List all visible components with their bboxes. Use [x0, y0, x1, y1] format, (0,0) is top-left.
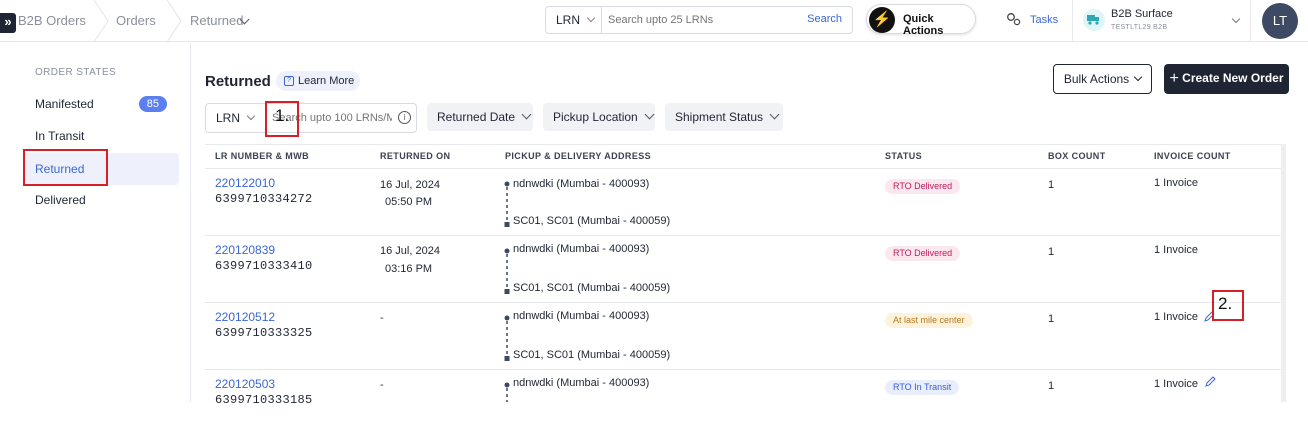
mwb-number: 6399710333185 [215, 393, 313, 407]
column-header: BOX COUNT [1048, 151, 1106, 161]
table-row[interactable]: 220120839 6399710333410 16 Jul, 2024 03:… [205, 236, 1281, 303]
workspace-name: B2B Surface [1111, 8, 1173, 20]
breadcrumb-b2b-orders[interactable]: B2B Orders [18, 13, 86, 28]
lr-number-link[interactable]: 220120512 [215, 310, 275, 324]
breadcrumb-orders[interactable]: Orders [116, 13, 156, 28]
annotation-label: 2. [1218, 294, 1233, 313]
mwb-number: 6399710333325 [215, 326, 313, 340]
chevron-down-icon [246, 111, 256, 121]
scrollbar[interactable] [1281, 144, 1286, 402]
count-badge: 85 [138, 96, 167, 112]
route-line-icon [504, 181, 510, 227]
delivery-address: SC01, SC01 (Mumbai - 400059) [513, 215, 671, 227]
breadcrumb-separator-icon [93, 0, 109, 42]
box-count: 1 [1048, 313, 1055, 325]
mwb-number: 6399710333410 [215, 259, 313, 273]
pickup-address: ndnwdki (Mumbai - 400093) [513, 310, 650, 322]
column-header: LR NUMBER & MWB [215, 151, 309, 161]
box-count: 1 [1048, 380, 1055, 392]
learn-more-button[interactable]: ? Learn More [276, 71, 360, 91]
edit-pencil-icon[interactable] [1204, 376, 1216, 388]
lr-number-link[interactable]: 220120839 [215, 243, 275, 257]
lrn-search-filter: LRN i [205, 103, 417, 133]
table-row[interactable]: 220120503 6399710333185 - ndnwdki (Mumba… [205, 370, 1281, 437]
chevron-down-icon [521, 109, 532, 120]
column-header: INVOICE COUNT [1154, 151, 1231, 161]
column-header: STATUS [885, 151, 923, 161]
search-type-select[interactable]: LRN [546, 7, 602, 33]
mwb-number: 6399710334272 [215, 192, 313, 206]
status-badge: RTO Delivered [885, 246, 961, 261]
pickup-address: ndnwdki (Mumbai - 400093) [513, 377, 650, 389]
workspace-switcher[interactable]: B2B Surface TESTLTL29 B2B [1073, 0, 1251, 42]
workspace-code: TESTLTL29 B2B [1111, 24, 1168, 31]
invoice-count: 1 Invoice [1154, 177, 1199, 189]
returned-date: - [380, 312, 384, 324]
header-search-input[interactable] [608, 11, 788, 29]
column-header: RETURNED ON [380, 151, 451, 161]
route-line-icon [504, 315, 510, 361]
returned-date: 16 Jul, 2024 [380, 179, 440, 191]
pickup-address: ndnwdki (Mumbai - 400093) [513, 178, 650, 190]
expand-sidebar-icon[interactable]: » [0, 13, 16, 33]
header-search: LRN Search [545, 6, 853, 34]
invoice-count: 1 Invoice [1154, 378, 1199, 390]
chevron-down-icon [1133, 72, 1143, 82]
truck-glyph-icon [1087, 15, 1099, 25]
breadcrumb-separator-icon [166, 0, 182, 42]
sidebar-item-manifested[interactable]: Manifested 85 [23, 88, 179, 120]
table-header: LR NUMBER & MWB RETURNED ON PICKUP & DEL… [205, 144, 1281, 169]
gears-icon [1007, 13, 1021, 26]
status-badge: At last mile center [885, 313, 973, 328]
page-title: Returned [205, 73, 271, 90]
help-icon: ? [284, 76, 294, 86]
column-header: PICKUP & DELIVERY ADDRESS [505, 151, 652, 161]
route-line-icon [504, 248, 510, 294]
info-icon: i [398, 111, 411, 124]
box-count: 1 [1048, 179, 1055, 191]
delivery-address: SC01, SC01 (Mumbai - 400059) [513, 282, 671, 294]
sidebar-heading: ORDER STATES [35, 67, 117, 78]
status-badge: RTO Delivered [885, 179, 961, 194]
bulk-actions-button[interactable]: Bulk Actions [1053, 64, 1152, 94]
pickup-address: ndnwdki (Mumbai - 400093) [513, 243, 650, 255]
lr-number-link[interactable]: 220122010 [215, 176, 275, 190]
create-new-order-button[interactable]: + Create New Order [1164, 64, 1289, 94]
annotation-box [23, 149, 108, 186]
annotation-label: 1. [275, 106, 290, 125]
chevron-down-icon [769, 109, 780, 120]
divider [1250, 0, 1251, 42]
tasks-link[interactable]: Tasks [1030, 14, 1058, 26]
returned-date-filter[interactable]: Returned Date [427, 103, 533, 131]
route-line-icon [504, 382, 510, 402]
delivery-address: SC01, SC01 (Mumbai - 400059) [513, 349, 671, 361]
chevron-down-icon [1231, 14, 1241, 24]
breadcrumb-returned[interactable]: Returned [190, 13, 243, 28]
order-states-sidebar: ORDER STATES Manifested 85 In Transit Re… [0, 43, 191, 402]
invoice-count: 1 Invoice [1154, 244, 1199, 256]
top-bar: » B2B Orders Orders Returned LRN Search … [0, 0, 1308, 42]
avatar[interactable]: LT [1262, 3, 1298, 39]
table-row[interactable]: 220122010 6399710334272 16 Jul, 2024 05:… [205, 169, 1281, 236]
sidebar-item-in-transit[interactable]: In Transit [23, 120, 179, 152]
chevron-down-icon [586, 13, 596, 23]
quick-actions-button[interactable]: ⚡ Quick Actions [866, 4, 976, 37]
returned-date: - [380, 379, 384, 391]
chevron-down-icon [644, 109, 655, 120]
status-badge: RTO In Transit [885, 380, 960, 395]
returned-date: 16 Jul, 2024 [380, 245, 440, 257]
invoice-count: 1 Invoice [1154, 311, 1199, 323]
returned-time: 03:16 PM [385, 263, 433, 275]
lrn-type-select[interactable]: LRN [206, 104, 266, 132]
lr-number-link[interactable]: 220120503 [215, 377, 275, 391]
plus-icon: + [1169, 70, 1179, 87]
box-count: 1 [1048, 246, 1055, 258]
returned-time: 05:50 PM [385, 196, 433, 208]
shipment-status-filter[interactable]: Shipment Status [665, 103, 783, 131]
search-button[interactable]: Search [807, 13, 842, 25]
lightning-icon: ⚡ [869, 7, 895, 33]
pickup-location-filter[interactable]: Pickup Location [543, 103, 655, 131]
table-row[interactable]: 220120512 6399710333325 - ndnwdki (Mumba… [205, 303, 1281, 370]
sidebar-item-delivered[interactable]: Delivered [23, 184, 179, 216]
